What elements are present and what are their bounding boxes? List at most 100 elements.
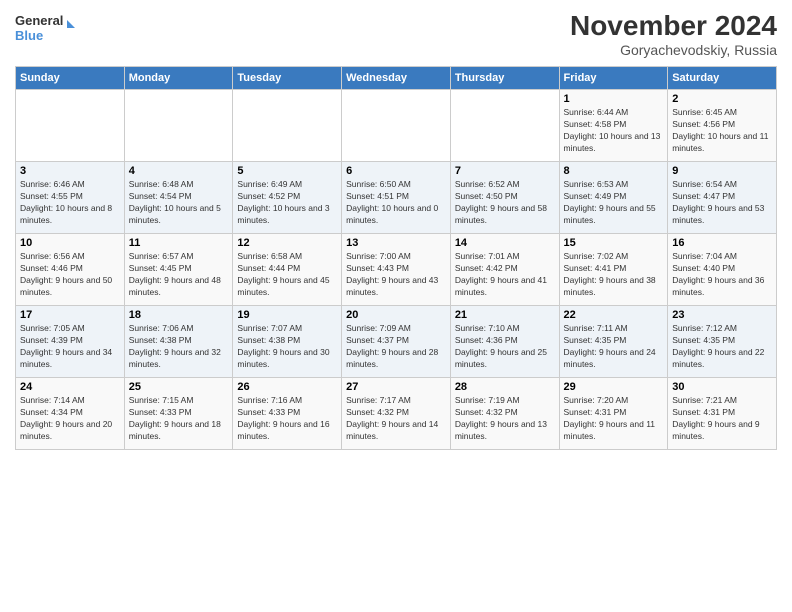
calendar-cell-w2-d1: 3 Sunrise: 6:46 AM Sunset: 4:55 PM Daylig…: [16, 162, 125, 234]
day-number: 2: [672, 93, 772, 105]
calendar-cell-w5-d5: 28 Sunrise: 7:19 AM Sunset: 4:32 PM Dayli…: [450, 378, 559, 450]
calendar-cell-w3-d1: 10 Sunrise: 6:56 AM Sunset: 4:46 PM Dayli…: [16, 234, 125, 306]
day-info: Sunrise: 7:00 AM Sunset: 4:43 PM Dayligh…: [346, 251, 446, 299]
day-number: 20: [346, 309, 446, 321]
col-saturday: Saturday: [668, 67, 777, 90]
day-number: 7: [455, 165, 555, 177]
day-info: Sunrise: 6:58 AM Sunset: 4:44 PM Dayligh…: [237, 251, 337, 299]
day-info: Sunrise: 7:14 AM Sunset: 4:34 PM Dayligh…: [20, 395, 120, 443]
col-tuesday: Tuesday: [233, 67, 342, 90]
day-info: Sunrise: 6:50 AM Sunset: 4:51 PM Dayligh…: [346, 179, 446, 227]
day-number: 5: [237, 165, 337, 177]
day-info: Sunrise: 7:20 AM Sunset: 4:31 PM Dayligh…: [564, 395, 664, 443]
calendar-header-row: Sunday Monday Tuesday Wednesday Thursday…: [16, 67, 777, 90]
calendar-cell-w4-d4: 20 Sunrise: 7:09 AM Sunset: 4:37 PM Dayli…: [342, 306, 451, 378]
day-number: 15: [564, 237, 664, 249]
calendar-cell-w1-d2: [124, 90, 233, 162]
day-info: Sunrise: 7:07 AM Sunset: 4:38 PM Dayligh…: [237, 323, 337, 371]
day-number: 29: [564, 381, 664, 393]
col-thursday: Thursday: [450, 67, 559, 90]
day-info: Sunrise: 7:02 AM Sunset: 4:41 PM Dayligh…: [564, 251, 664, 299]
calendar-cell-w4-d6: 22 Sunrise: 7:11 AM Sunset: 4:35 PM Dayli…: [559, 306, 668, 378]
day-info: Sunrise: 6:57 AM Sunset: 4:45 PM Dayligh…: [129, 251, 229, 299]
day-number: 26: [237, 381, 337, 393]
calendar-cell-w4-d7: 23Sunrise: 7:12 AM Sunset: 4:35 PM Dayli…: [668, 306, 777, 378]
calendar-cell-w2-d2: 4 Sunrise: 6:48 AM Sunset: 4:54 PM Daylig…: [124, 162, 233, 234]
day-info: Sunrise: 7:15 AM Sunset: 4:33 PM Dayligh…: [129, 395, 229, 443]
calendar-cell-w1-d1: [16, 90, 125, 162]
day-number: 17: [20, 309, 120, 321]
day-number: 14: [455, 237, 555, 249]
day-number: 3: [20, 165, 120, 177]
calendar-cell-w1-d5: [450, 90, 559, 162]
day-info: Sunrise: 7:19 AM Sunset: 4:32 PM Dayligh…: [455, 395, 555, 443]
day-number: 22: [564, 309, 664, 321]
calendar-cell-w5-d2: 25 Sunrise: 7:15 AM Sunset: 4:33 PM Dayli…: [124, 378, 233, 450]
calendar-cell-w5-d6: 29 Sunrise: 7:20 AM Sunset: 4:31 PM Dayli…: [559, 378, 668, 450]
day-info: Sunrise: 7:11 AM Sunset: 4:35 PM Dayligh…: [564, 323, 664, 371]
calendar-cell-w2-d6: 8 Sunrise: 6:53 AM Sunset: 4:49 PM Daylig…: [559, 162, 668, 234]
day-number: 12: [237, 237, 337, 249]
col-sunday: Sunday: [16, 67, 125, 90]
day-info: Sunrise: 6:54 AM Sunset: 4:47 PM Dayligh…: [672, 179, 772, 227]
day-info: Sunrise: 7:09 AM Sunset: 4:37 PM Dayligh…: [346, 323, 446, 371]
day-info: Sunrise: 7:05 AM Sunset: 4:39 PM Dayligh…: [20, 323, 120, 371]
day-info: Sunrise: 6:46 AM Sunset: 4:55 PM Dayligh…: [20, 179, 120, 227]
calendar-cell-w2-d7: 9 Sunrise: 6:54 AM Sunset: 4:47 PM Daylig…: [668, 162, 777, 234]
calendar-cell-w5-d3: 26 Sunrise: 7:16 AM Sunset: 4:33 PM Dayli…: [233, 378, 342, 450]
calendar-cell-w2-d5: 7 Sunrise: 6:52 AM Sunset: 4:50 PM Daylig…: [450, 162, 559, 234]
calendar-cell-w1-d4: [342, 90, 451, 162]
calendar-cell-w3-d2: 11 Sunrise: 6:57 AM Sunset: 4:45 PM Dayli…: [124, 234, 233, 306]
col-monday: Monday: [124, 67, 233, 90]
day-info: Sunrise: 6:48 AM Sunset: 4:54 PM Dayligh…: [129, 179, 229, 227]
calendar-cell-w1-d3: [233, 90, 342, 162]
day-info: Sunrise: 7:10 AM Sunset: 4:36 PM Dayligh…: [455, 323, 555, 371]
day-info: Sunrise: 7:06 AM Sunset: 4:38 PM Dayligh…: [129, 323, 229, 371]
day-info: Sunrise: 6:44 AM Sunset: 4:58 PM Dayligh…: [564, 107, 664, 155]
day-number: 18: [129, 309, 229, 321]
day-info: Sunrise: 6:49 AM Sunset: 4:52 PM Dayligh…: [237, 179, 337, 227]
calendar-week-1: 1 Sunrise: 6:44 AM Sunset: 4:58 PM Daylig…: [16, 90, 777, 162]
day-info: Sunrise: 7:04 AM Sunset: 4:40 PM Dayligh…: [672, 251, 772, 299]
page-header: General Blue November 2024 Goryachevodsk…: [15, 10, 777, 58]
calendar-cell-w5-d1: 24 Sunrise: 7:14 AM Sunset: 4:34 PM Dayli…: [16, 378, 125, 450]
calendar-cell-w3-d7: 16Sunrise: 7:04 AM Sunset: 4:40 PM Dayli…: [668, 234, 777, 306]
day-info: Sunrise: 7:16 AM Sunset: 4:33 PM Dayligh…: [237, 395, 337, 443]
day-number: 24: [20, 381, 120, 393]
day-number: 10: [20, 237, 120, 249]
calendar-cell-w4-d3: 19 Sunrise: 7:07 AM Sunset: 4:38 PM Dayli…: [233, 306, 342, 378]
day-number: 1: [564, 93, 664, 105]
day-number: 9: [672, 165, 772, 177]
svg-text:General: General: [15, 13, 63, 28]
day-number: 11: [129, 237, 229, 249]
title-block: November 2024 Goryachevodskiy, Russia: [570, 10, 777, 58]
day-number: 25: [129, 381, 229, 393]
day-info: Sunrise: 7:12 AM Sunset: 4:35 PM Dayligh…: [672, 323, 772, 371]
calendar-cell-w4-d1: 17 Sunrise: 7:05 AM Sunset: 4:39 PM Dayli…: [16, 306, 125, 378]
calendar-cell-w3-d5: 14 Sunrise: 7:01 AM Sunset: 4:42 PM Dayli…: [450, 234, 559, 306]
day-info: Sunrise: 6:52 AM Sunset: 4:50 PM Dayligh…: [455, 179, 555, 227]
logo: General Blue: [15, 10, 75, 46]
calendar-cell-w3-d3: 12 Sunrise: 6:58 AM Sunset: 4:44 PM Dayli…: [233, 234, 342, 306]
day-info: Sunrise: 6:45 AM Sunset: 4:56 PM Dayligh…: [672, 107, 772, 155]
calendar-week-5: 24 Sunrise: 7:14 AM Sunset: 4:34 PM Dayli…: [16, 378, 777, 450]
calendar-cell-w2-d4: 6Sunrise: 6:50 AM Sunset: 4:51 PM Daylig…: [342, 162, 451, 234]
day-number: 8: [564, 165, 664, 177]
calendar-cell-w4-d2: 18 Sunrise: 7:06 AM Sunset: 4:38 PM Dayli…: [124, 306, 233, 378]
calendar-week-2: 3 Sunrise: 6:46 AM Sunset: 4:55 PM Daylig…: [16, 162, 777, 234]
day-number: 28: [455, 381, 555, 393]
calendar-cell-w3-d4: 13 Sunrise: 7:00 AM Sunset: 4:43 PM Dayli…: [342, 234, 451, 306]
day-number: 13: [346, 237, 446, 249]
day-number: 19: [237, 309, 337, 321]
col-friday: Friday: [559, 67, 668, 90]
calendar-week-4: 17 Sunrise: 7:05 AM Sunset: 4:39 PM Dayli…: [16, 306, 777, 378]
calendar-cell-w5-d4: 27Sunrise: 7:17 AM Sunset: 4:32 PM Dayli…: [342, 378, 451, 450]
calendar-cell-w1-d7: 2 Sunrise: 6:45 AM Sunset: 4:56 PM Daylig…: [668, 90, 777, 162]
calendar-cell-w5-d7: 30Sunrise: 7:21 AM Sunset: 4:31 PM Dayli…: [668, 378, 777, 450]
day-info: Sunrise: 6:53 AM Sunset: 4:49 PM Dayligh…: [564, 179, 664, 227]
day-info: Sunrise: 7:01 AM Sunset: 4:42 PM Dayligh…: [455, 251, 555, 299]
day-info: Sunrise: 6:56 AM Sunset: 4:46 PM Dayligh…: [20, 251, 120, 299]
day-info: Sunrise: 7:21 AM Sunset: 4:31 PM Dayligh…: [672, 395, 772, 443]
calendar-cell-w4-d5: 21Sunrise: 7:10 AM Sunset: 4:36 PM Dayli…: [450, 306, 559, 378]
day-number: 4: [129, 165, 229, 177]
